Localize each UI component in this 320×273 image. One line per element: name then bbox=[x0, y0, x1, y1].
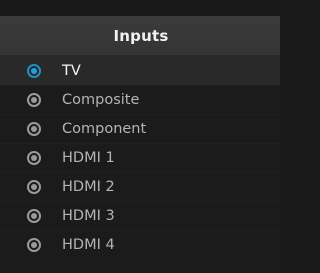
input-option-hdmi-4[interactable]: HDMI 4 bbox=[0, 230, 280, 259]
inputs-list: TV Composite Component HDMI 1 HDMI 2 HDM… bbox=[0, 56, 280, 259]
input-option-label: HDMI 1 bbox=[62, 149, 115, 166]
input-option-label: TV bbox=[62, 62, 81, 79]
radio-unselected-icon bbox=[27, 179, 41, 194]
radio-unselected-icon bbox=[27, 92, 41, 107]
input-option-hdmi-3[interactable]: HDMI 3 bbox=[0, 201, 280, 230]
input-option-component[interactable]: Component bbox=[0, 114, 280, 143]
input-option-tv[interactable]: TV bbox=[0, 56, 280, 85]
input-option-hdmi-1[interactable]: HDMI 1 bbox=[0, 143, 280, 172]
radio-unselected-icon bbox=[27, 150, 41, 165]
input-option-label: Composite bbox=[62, 91, 140, 108]
input-option-label: HDMI 3 bbox=[62, 207, 115, 224]
radio-unselected-icon bbox=[27, 208, 41, 223]
top-strip bbox=[0, 0, 280, 16]
input-option-composite[interactable]: Composite bbox=[0, 85, 280, 114]
input-option-label: HDMI 4 bbox=[62, 236, 115, 253]
inputs-panel: Inputs TV Composite Component HDMI 1 HDM… bbox=[0, 0, 280, 273]
radio-selected-icon bbox=[27, 63, 41, 78]
radio-unselected-icon bbox=[27, 121, 41, 136]
input-option-label: HDMI 2 bbox=[62, 178, 115, 195]
panel-title: Inputs bbox=[113, 26, 169, 45]
input-option-label: Component bbox=[62, 120, 147, 137]
input-option-hdmi-2[interactable]: HDMI 2 bbox=[0, 172, 280, 201]
panel-header: Inputs bbox=[0, 16, 280, 56]
radio-unselected-icon bbox=[27, 237, 41, 252]
